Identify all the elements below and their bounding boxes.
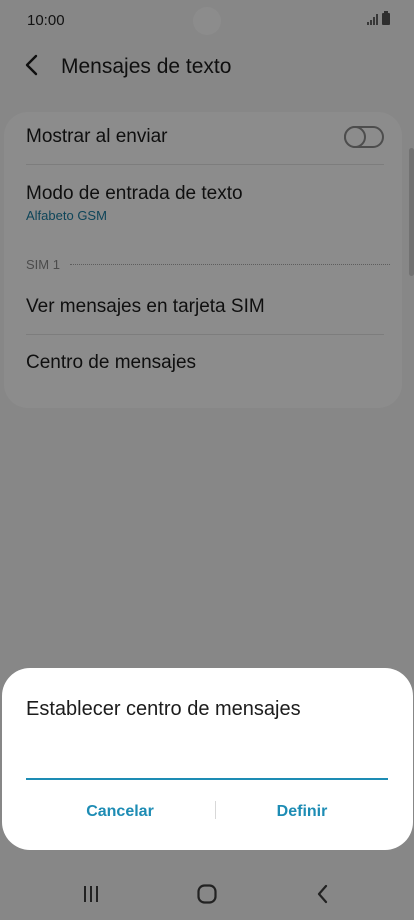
- dialog-title: Establecer centro de mensajes: [26, 698, 301, 720]
- message-center-dialog: Establecer centro de mensajes Cancelar D…: [2, 668, 413, 850]
- navigation-bar: [0, 866, 414, 920]
- nav-back-button[interactable]: [303, 882, 343, 906]
- screen: 10:00 Mensajes de texto Mostrar al envia…: [0, 0, 414, 920]
- recent-apps-button[interactable]: [71, 882, 111, 906]
- message-center-input[interactable]: [26, 744, 388, 780]
- cancel-button[interactable]: Cancelar: [30, 796, 210, 828]
- back-chevron-icon: [317, 884, 328, 904]
- home-icon: [197, 884, 217, 904]
- define-button[interactable]: Definir: [212, 796, 392, 828]
- recent-apps-icon: [84, 886, 98, 902]
- home-button[interactable]: [187, 882, 227, 906]
